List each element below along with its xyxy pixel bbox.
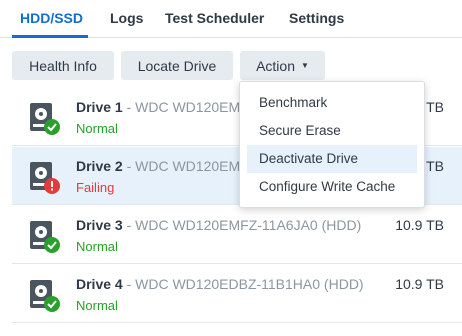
tab-logs[interactable]: Logs xyxy=(110,10,143,26)
drive-name: Drive 4 xyxy=(76,276,123,292)
check-badge-icon xyxy=(44,296,60,312)
check-badge-icon xyxy=(44,119,60,135)
locate-drive-button-label: Locate Drive xyxy=(137,57,217,74)
menu-item-deactivate-drive[interactable]: Deactivate Drive xyxy=(247,145,417,173)
tab-hdd-ssd[interactable]: HDD/SSD xyxy=(20,10,83,26)
drive-name-line: Drive 4 - WDC WD120EDBZ-11B1HA0 (HDD) xyxy=(76,276,364,292)
menu-item-benchmark[interactable]: Benchmark xyxy=(247,89,417,117)
active-tab-indicator xyxy=(12,35,88,38)
action-button-label: Action xyxy=(256,57,295,74)
drive-status: Normal xyxy=(76,298,118,313)
drive-name-line: Drive 3 - WDC WD120EMFZ-11A6JA0 (HDD) xyxy=(76,217,361,233)
health-info-button-label: Health Info xyxy=(29,57,97,74)
health-info-button[interactable]: Health Info xyxy=(12,51,114,80)
tab-settings[interactable]: Settings xyxy=(289,10,344,26)
drive-size: 10.9 TB xyxy=(395,217,444,233)
drive-status: Failing xyxy=(76,180,115,195)
check-badge-icon xyxy=(44,237,60,253)
hdd-icon xyxy=(30,162,60,194)
hdd-icon xyxy=(30,221,60,253)
drive-model: - WDC WD120EMFZ-11A6JA0 (HDD) xyxy=(122,217,362,233)
drive-name: Drive 3 xyxy=(76,217,123,233)
drive-status: Normal xyxy=(76,121,118,136)
drive-name: Drive 1 xyxy=(76,99,123,115)
drive-row[interactable]: Drive 3 - WDC WD120EMFZ-11A6JA0 (HDD) No… xyxy=(12,206,462,264)
menu-item-secure-erase[interactable]: Secure Erase xyxy=(247,117,417,145)
locate-drive-button[interactable]: Locate Drive xyxy=(121,51,233,80)
drive-size: 10.9 TB xyxy=(395,276,444,292)
caret-down-icon: ▼ xyxy=(301,61,309,70)
menu-item-configure-write-cache[interactable]: Configure Write Cache xyxy=(247,173,417,201)
action-menu: Benchmark Secure Erase Deactivate Drive … xyxy=(239,81,425,208)
hdd-icon xyxy=(30,280,60,312)
drive-row[interactable]: Drive 4 - WDC WD120EDBZ-11B1HA0 (HDD) No… xyxy=(12,265,462,323)
drive-status: Normal xyxy=(76,239,118,254)
drive-model: - WDC WD120EDBZ-11B1HA0 (HDD) xyxy=(122,276,364,292)
tab-bar: HDD/SSD Logs Test Scheduler Settings xyxy=(0,0,462,38)
hdd-icon xyxy=(30,103,60,135)
tab-test-scheduler[interactable]: Test Scheduler xyxy=(165,10,264,26)
action-button[interactable]: Action ▼ xyxy=(240,51,325,80)
drive-name: Drive 2 xyxy=(76,158,123,174)
